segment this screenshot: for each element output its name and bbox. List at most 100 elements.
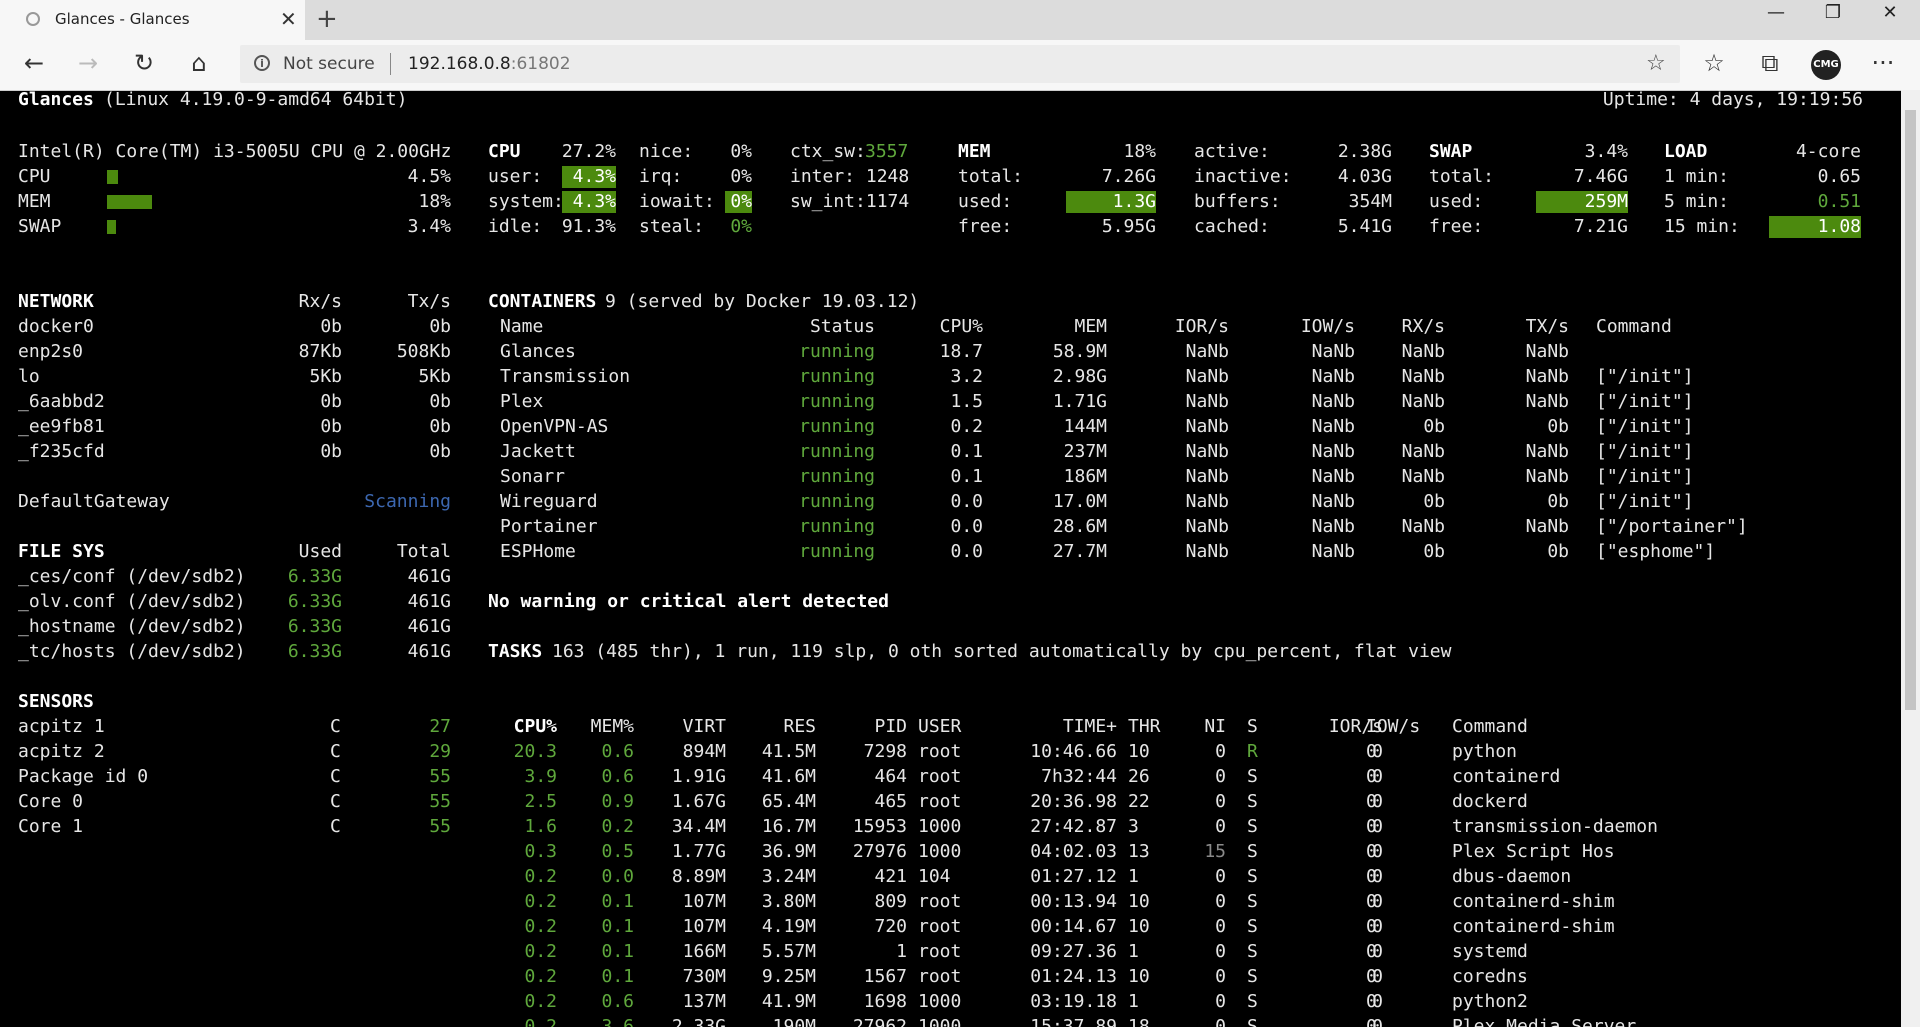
container-name: Sonarr <box>500 466 566 487</box>
cpu-system-value: 4.3% <box>562 191 616 213</box>
filesys-mount: _tc/hosts (/dev/sdb2) <box>18 641 246 662</box>
network-tx: 0b <box>429 441 451 462</box>
process-header-cpu: CPU% <box>513 716 557 737</box>
url-text[interactable]: 192.168.0.8:61802 <box>408 54 571 74</box>
sensor-unit: C <box>330 741 341 762</box>
network-tx: 508Kb <box>396 341 451 362</box>
container-cpu: 18.7 <box>939 341 983 362</box>
profile-avatar[interactable]: CMG <box>1811 50 1841 80</box>
process-iow: 0 <box>1366 1016 1377 1027</box>
collections-icon[interactable]: ⧉ <box>1754 49 1786 77</box>
new-tab-button[interactable]: + <box>316 4 338 34</box>
process-user: root <box>918 891 962 912</box>
browser-tab[interactable]: Glances - Glances ✕ <box>0 0 305 40</box>
favorites-icon[interactable]: ☆ <box>1698 49 1730 77</box>
cpu-model: Intel(R) Core(TM) i3-5005U CPU @ 2.00GHz <box>18 141 452 162</box>
container-ior: NaNb <box>1185 366 1229 387</box>
tab-close-icon[interactable]: ✕ <box>280 7 297 31</box>
process-time: 09:27.36 <box>1030 941 1117 962</box>
process-ni: 0 <box>1215 991 1226 1012</box>
process-pid: 720 <box>874 916 907 937</box>
process-time: 03:19.18 <box>1030 991 1117 1012</box>
process-ni: 0 <box>1215 866 1226 887</box>
quicklook-bar <box>107 220 116 234</box>
window-close-button[interactable]: ✕ <box>1870 2 1910 23</box>
glances-terminal: Glances (Linux 4.19.0-9-amd64 64bit) Upt… <box>0 90 1901 1027</box>
network-rx: 87Kb <box>298 341 342 362</box>
vertical-scrollbar[interactable] <box>1901 90 1920 1027</box>
more-menu-icon[interactable]: ··· <box>1867 49 1899 77</box>
swap-used-value: 259M <box>1536 191 1628 213</box>
process-thr: 10 <box>1128 741 1150 762</box>
process-header-iow: IOW/s <box>1366 716 1421 737</box>
process-cpu: 0.2 <box>524 866 557 887</box>
process-pid: 1698 <box>863 991 907 1012</box>
home-button[interactable]: ⌂ <box>183 49 215 77</box>
process-thr: 10 <box>1128 966 1150 987</box>
process-s: S <box>1247 791 1258 812</box>
container-ior: NaNb <box>1185 341 1229 362</box>
process-thr: 1 <box>1128 991 1139 1012</box>
process-res: 65.4M <box>761 791 816 812</box>
container-tx: 0b <box>1547 416 1569 437</box>
swap-percent: 3.4% <box>1584 141 1628 162</box>
process-virt: 1.67G <box>671 791 726 812</box>
process-s: S <box>1247 966 1258 987</box>
container-mem: 144M <box>1063 416 1107 437</box>
process-command: transmission-daemon <box>1452 816 1658 837</box>
sensor-value: 27 <box>429 716 451 737</box>
filesys-used: 6.33G <box>287 591 342 612</box>
process-cpu: 3.9 <box>524 766 557 787</box>
process-mem: 3.6 <box>601 1016 634 1027</box>
swap-title: SWAP <box>1429 141 1473 162</box>
process-mem: 0.5 <box>601 841 634 862</box>
not-secure-label[interactable]: Not secure <box>283 54 375 74</box>
process-time: 20:36.98 <box>1030 791 1117 812</box>
container-header-command: Command <box>1596 316 1672 337</box>
process-s: S <box>1247 1016 1258 1027</box>
process-res: 190M <box>772 1016 816 1027</box>
minimize-button[interactable]: — <box>1756 2 1796 23</box>
container-name: ESPHome <box>500 541 576 562</box>
process-iow: 0 <box>1366 766 1377 787</box>
network-tx: 0b <box>429 316 451 337</box>
process-res: 41.6M <box>761 766 816 787</box>
container-tx: 0b <box>1547 541 1569 562</box>
process-virt: 34.4M <box>671 816 726 837</box>
container-header-iow: IOW/s <box>1300 316 1355 337</box>
info-icon[interactable]: i <box>254 55 270 71</box>
address-divider <box>390 53 391 75</box>
process-iow: 0 <box>1366 816 1377 837</box>
container-status: running <box>799 441 875 462</box>
sensor-unit: C <box>330 716 341 737</box>
cpu-system-label: system: <box>488 191 564 212</box>
cpu-idle-label: idle: <box>488 216 543 237</box>
sensor-name: acpitz 2 <box>18 741 105 762</box>
container-status: running <box>799 516 875 537</box>
container-tx: NaNb <box>1525 366 1569 387</box>
network-interface: docker0 <box>18 316 94 337</box>
process-virt: 107M <box>682 916 726 937</box>
process-cpu: 2.5 <box>524 791 557 812</box>
container-header-tx: TX/s <box>1525 316 1569 337</box>
process-user: root <box>918 941 962 962</box>
process-mem: 0.6 <box>601 991 634 1012</box>
forward-button[interactable]: → <box>72 49 104 77</box>
address-bar[interactable]: i Not secure 192.168.0.8:61802 ☆ <box>240 45 1680 83</box>
container-mem: 28.6M <box>1052 516 1107 537</box>
maximize-button[interactable]: ❐ <box>1813 2 1853 23</box>
container-command: ["/init"] <box>1596 391 1694 412</box>
cpu-steal-label: steal: <box>639 216 705 237</box>
favorite-star-icon[interactable]: ☆ <box>1646 51 1666 76</box>
network-interface: lo <box>18 366 40 387</box>
refresh-button[interactable]: ↻ <box>128 49 160 77</box>
network-interface: enp2s0 <box>18 341 84 362</box>
container-tx: 0b <box>1547 491 1569 512</box>
process-iow: 0 <box>1366 866 1377 887</box>
scrollbar-thumb[interactable] <box>1905 110 1916 710</box>
back-button[interactable]: ← <box>18 49 50 77</box>
process-s: S <box>1247 816 1258 837</box>
process-user: root <box>918 741 962 762</box>
load-5min-value: 0.51 <box>1817 191 1861 212</box>
process-command: coredns <box>1452 966 1528 987</box>
